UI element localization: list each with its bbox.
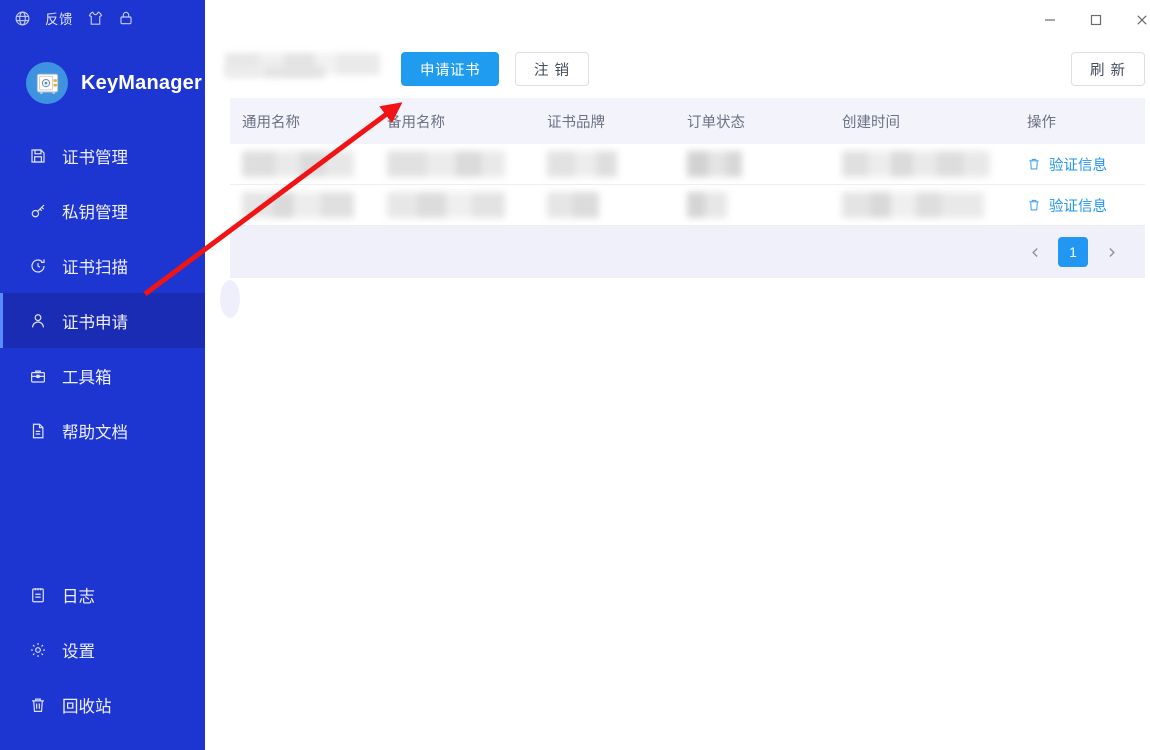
key-icon: [28, 201, 48, 221]
verify-info-action[interactable]: 验证信息: [1015, 154, 1145, 175]
cell-order-status: [675, 151, 830, 177]
column-header-order-status: 订单状态: [687, 114, 745, 131]
column-header-alt-name: 备用名称: [387, 114, 445, 131]
maximize-icon[interactable]: [1073, 2, 1119, 38]
sidebar-item-label: 私钥管理: [62, 203, 128, 222]
cell-common-name: [230, 151, 375, 177]
sidebar-item-toolbox[interactable]: 工具箱: [0, 348, 205, 403]
pagination: 1: [230, 226, 1145, 278]
toolbar: 申请证书 注 销 刷 新: [205, 40, 1150, 98]
cell-brand: [535, 192, 675, 218]
sidebar-item-label: 证书申请: [62, 313, 128, 332]
sidebar-item-label: 证书管理: [62, 148, 128, 167]
trash-icon[interactable]: [1027, 198, 1041, 212]
app-title: KeyManager: [81, 71, 202, 94]
column-header-actions: 操作: [1027, 114, 1056, 131]
sidebar-item-certificate-scan[interactable]: 证书扫描: [0, 238, 205, 293]
log-icon: [28, 585, 48, 605]
toolbox-icon: [28, 366, 48, 386]
cell-created-at: [830, 151, 1015, 177]
globe-icon[interactable]: [14, 10, 31, 27]
column-header-created-at: 创建时间: [842, 114, 900, 131]
logout-button[interactable]: 注 销: [515, 52, 590, 86]
user-icon: [28, 311, 48, 331]
redacted-text-block: [225, 66, 325, 78]
table-header-row: 通用名称 备用名称 证书品牌 订单状态 创建时间 操作: [230, 98, 1145, 144]
certificate-table: 通用名称 备用名称 证书品牌 订单状态 创建时间 操作 验证信息 验证信息 1: [220, 98, 1145, 318]
sidebar-item-private-key-management[interactable]: 私钥管理: [0, 183, 205, 238]
close-icon[interactable]: [1119, 2, 1150, 38]
account-info-redacted: [225, 52, 385, 86]
app-window: 反馈 KeyManager 证书管理 私钥管理 证书扫描 证书申请 工具箱 帮助…: [0, 0, 1150, 750]
refresh-button[interactable]: 刷 新: [1070, 52, 1145, 86]
sidebar-topbar: 反馈: [0, 0, 205, 36]
lock-icon[interactable]: [118, 10, 134, 26]
cell-alt-name: [375, 151, 535, 177]
sidebar-item-recycle-bin[interactable]: 回收站: [0, 677, 205, 732]
sidebar-item-label: 回收站: [62, 697, 112, 716]
sidebar-item-certificate-management[interactable]: 证书管理: [0, 128, 205, 183]
safe-vault-icon: [26, 62, 68, 104]
sidebar-item-log[interactable]: 日志: [0, 567, 205, 622]
sidebar-nav-bottom: 日志 设置 回收站: [0, 567, 205, 750]
verify-info-label[interactable]: 验证信息: [1049, 154, 1107, 175]
feedback-link[interactable]: 反馈: [45, 8, 73, 28]
shirt-theme-icon[interactable]: [87, 10, 104, 27]
cell-brand: [535, 151, 675, 177]
sidebar-item-certificate-application[interactable]: 证书申请: [0, 293, 205, 348]
sidebar-item-label: 帮助文档: [62, 423, 128, 442]
cell-created-at: [830, 192, 1015, 218]
sidebar-nav: 证书管理 私钥管理 证书扫描 证书申请 工具箱 帮助文档: [0, 128, 205, 458]
gear-icon: [28, 640, 48, 660]
column-header-brand: 证书品牌: [547, 114, 605, 131]
certificate-save-icon: [28, 146, 48, 166]
column-header-common-name: 通用名称: [242, 114, 300, 131]
trash-icon[interactable]: [1027, 157, 1041, 171]
verify-info-action[interactable]: 验证信息: [1015, 195, 1145, 216]
table-row[interactable]: 验证信息: [230, 144, 1145, 185]
sidebar-item-settings[interactable]: 设置: [0, 622, 205, 677]
pagination-prev-button[interactable]: [1021, 238, 1049, 266]
scroll-indicator[interactable]: [220, 280, 240, 318]
verify-info-label[interactable]: 验证信息: [1049, 195, 1107, 216]
window-titlebar: [205, 0, 1150, 40]
apply-certificate-button[interactable]: 申请证书: [401, 52, 499, 86]
cell-order-status: [675, 192, 830, 218]
sidebar: 反馈 KeyManager 证书管理 私钥管理 证书扫描 证书申请 工具箱 帮助…: [0, 0, 205, 750]
trash-icon: [28, 695, 48, 715]
cell-common-name: [230, 192, 375, 218]
pagination-page-1[interactable]: 1: [1058, 237, 1088, 267]
minimize-icon[interactable]: [1027, 2, 1073, 38]
sidebar-item-label: 证书扫描: [62, 258, 128, 277]
document-icon: [28, 421, 48, 441]
sidebar-item-help-document[interactable]: 帮助文档: [0, 403, 205, 458]
table-row[interactable]: 验证信息: [230, 185, 1145, 226]
sidebar-item-label: 设置: [62, 642, 95, 661]
scan-clock-icon: [28, 256, 48, 276]
sidebar-item-label: 日志: [62, 587, 95, 606]
sidebar-item-label: 工具箱: [62, 368, 112, 387]
main-content: 申请证书 注 销 刷 新 通用名称 备用名称 证书品牌 订单状态 创建时间 操作: [205, 0, 1150, 750]
cell-alt-name: [375, 192, 535, 218]
pagination-next-button[interactable]: [1097, 238, 1125, 266]
brand: KeyManager: [0, 36, 205, 112]
